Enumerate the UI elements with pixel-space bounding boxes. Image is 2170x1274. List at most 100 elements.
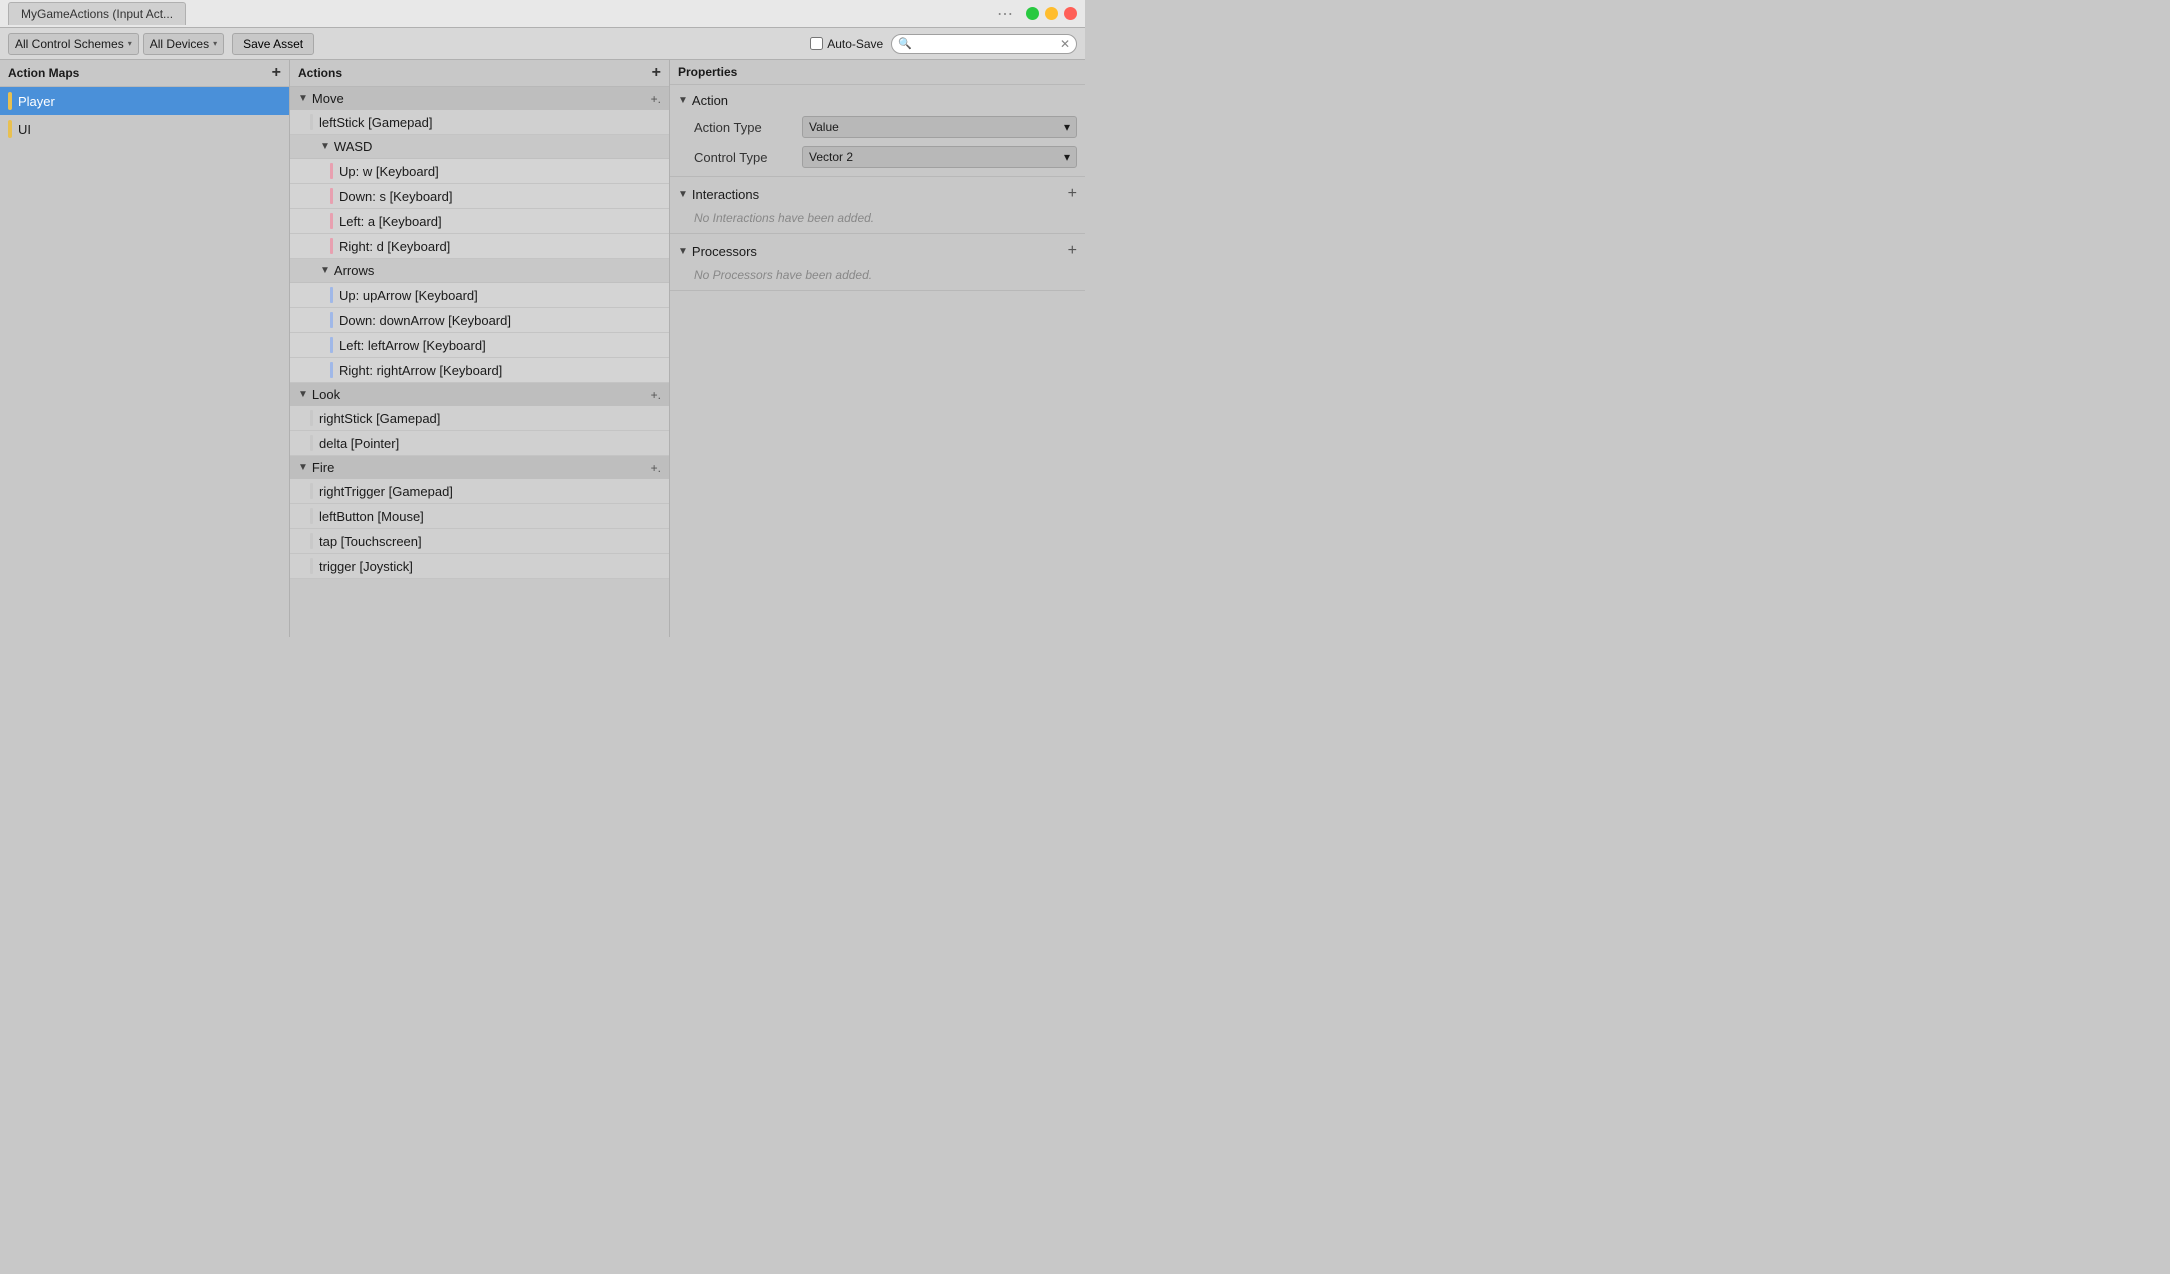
- action-item-trigger[interactable]: trigger [Joystick]: [290, 554, 669, 579]
- leftbutton-color: [310, 508, 313, 524]
- minimize-button[interactable]: [1045, 7, 1058, 20]
- close-button[interactable]: [1064, 7, 1077, 20]
- interactions-header-left: ▼ Interactions: [678, 187, 759, 202]
- devices-dropdown[interactable]: All Devices ▾: [143, 33, 224, 55]
- title-bar: MyGameActions (Input Act... ⋯: [0, 0, 1085, 28]
- trigger-color: [310, 558, 313, 574]
- autosave-checkbox[interactable]: [810, 37, 823, 50]
- properties-title: Properties: [678, 65, 737, 79]
- search-input[interactable]: [916, 37, 1056, 51]
- look-add-icon[interactable]: +.: [651, 388, 661, 402]
- look-label: Look: [312, 387, 340, 402]
- actions-list: ▼ Move +. leftStick [Gamepad] ▼ WASD Up:…: [290, 87, 669, 637]
- processors-section-header[interactable]: ▼ Processors +: [670, 238, 1085, 264]
- arrows-label: Arrows: [334, 263, 374, 278]
- action-map-item-ui[interactable]: UI: [0, 115, 289, 143]
- fire-add-icon[interactable]: +.: [651, 461, 661, 475]
- fire-header-left: ▼ Fire: [298, 460, 334, 475]
- action-item-righttrigger[interactable]: rightTrigger [Gamepad]: [290, 479, 669, 504]
- move-add-icon[interactable]: +.: [651, 92, 661, 106]
- autosave-label: Auto-Save: [827, 37, 883, 51]
- action-maps-panel: Action Maps + Player UI: [0, 60, 290, 637]
- control-type-dropdown[interactable]: Vector 2 ▾: [802, 146, 1077, 168]
- action-section-header-left: ▼ Action: [678, 93, 728, 108]
- subgroup-wasd[interactable]: ▼ WASD: [290, 135, 669, 159]
- title-tab[interactable]: MyGameActions (Input Act...: [8, 2, 186, 25]
- control-schemes-arrow-icon: ▾: [128, 39, 132, 48]
- add-interaction-button[interactable]: +: [1068, 185, 1077, 203]
- down-arrow-label: Down: downArrow [Keyboard]: [339, 313, 511, 328]
- action-map-item-player[interactable]: Player: [0, 87, 289, 115]
- action-type-label: Action Type: [694, 120, 794, 135]
- down-arrow-color: [330, 312, 333, 328]
- add-action-map-button[interactable]: +: [272, 65, 281, 81]
- processors-header-left: ▼ Processors: [678, 244, 757, 259]
- delta-label: delta [Pointer]: [319, 436, 399, 451]
- action-item-tap[interactable]: tap [Touchscreen]: [290, 529, 669, 554]
- left-arrow-color: [330, 337, 333, 353]
- interactions-triangle-icon: ▼: [678, 189, 688, 200]
- action-item-right-arrow[interactable]: Right: rightArrow [Keyboard]: [290, 358, 669, 383]
- leftbutton-label: leftButton [Mouse]: [319, 509, 424, 524]
- main-content: Action Maps + Player UI Actions + ▼ Move…: [0, 60, 1085, 637]
- toolbar-right: Auto-Save 🔍 ✕: [810, 34, 1077, 54]
- up-w-label: Up: w [Keyboard]: [339, 164, 439, 179]
- leftstick-label: leftStick [Gamepad]: [319, 115, 432, 130]
- title-bar-controls: ⋯: [997, 4, 1077, 24]
- action-item-leftstick[interactable]: leftStick [Gamepad]: [290, 110, 669, 135]
- right-d-color: [330, 238, 333, 254]
- control-type-value: Vector 2: [809, 150, 853, 164]
- action-item-down-arrow[interactable]: Down: downArrow [Keyboard]: [290, 308, 669, 333]
- processors-empty-text: No Processors have been added.: [670, 264, 1085, 286]
- toolbar: All Control Schemes ▾ All Devices ▾ Save…: [0, 28, 1085, 60]
- action-item-left-arrow[interactable]: Left: leftArrow [Keyboard]: [290, 333, 669, 358]
- interactions-section-header[interactable]: ▼ Interactions +: [670, 181, 1085, 207]
- search-box: 🔍 ✕: [891, 34, 1077, 54]
- interactions-label: Interactions: [692, 187, 759, 202]
- properties-panel: Properties ▼ Action Action Type Value ▾ …: [670, 60, 1085, 637]
- action-item-delta[interactable]: delta [Pointer]: [290, 431, 669, 456]
- action-item-right-d[interactable]: Right: d [Keyboard]: [290, 234, 669, 259]
- down-s-label: Down: s [Keyboard]: [339, 189, 452, 204]
- maximize-button[interactable]: [1026, 7, 1039, 20]
- add-action-button[interactable]: +: [652, 65, 661, 81]
- action-group-move[interactable]: ▼ Move +.: [290, 87, 669, 110]
- save-asset-button[interactable]: Save Asset: [232, 33, 314, 55]
- action-item-left-a[interactable]: Left: a [Keyboard]: [290, 209, 669, 234]
- action-group-look[interactable]: ▼ Look +.: [290, 383, 669, 406]
- player-color-indicator: [8, 92, 12, 110]
- action-section-label: Action: [692, 93, 728, 108]
- control-type-row: Control Type Vector 2 ▾: [670, 142, 1085, 172]
- control-schemes-dropdown[interactable]: All Control Schemes ▾: [8, 33, 139, 55]
- action-type-value: Value: [809, 120, 839, 134]
- search-icon: 🔍: [898, 37, 912, 50]
- action-item-down-s[interactable]: Down: s [Keyboard]: [290, 184, 669, 209]
- right-arrow-color: [330, 362, 333, 378]
- left-a-color: [330, 213, 333, 229]
- down-s-color: [330, 188, 333, 204]
- rightstick-color: [310, 410, 313, 426]
- action-group-fire[interactable]: ▼ Fire +.: [290, 456, 669, 479]
- devices-arrow-icon: ▾: [213, 39, 217, 48]
- action-maps-title: Action Maps: [8, 66, 79, 80]
- tap-color: [310, 533, 313, 549]
- processors-triangle-icon: ▼: [678, 246, 688, 257]
- right-arrow-label: Right: rightArrow [Keyboard]: [339, 363, 502, 378]
- action-map-player-label: Player: [18, 94, 55, 109]
- action-item-rightstick[interactable]: rightStick [Gamepad]: [290, 406, 669, 431]
- actions-header: Actions +: [290, 60, 669, 87]
- action-item-up-arrow[interactable]: Up: upArrow [Keyboard]: [290, 283, 669, 308]
- subgroup-arrows[interactable]: ▼ Arrows: [290, 259, 669, 283]
- action-type-dropdown[interactable]: Value ▾: [802, 116, 1077, 138]
- add-processor-button[interactable]: +: [1068, 242, 1077, 260]
- wasd-label: WASD: [334, 139, 373, 154]
- wasd-header-inner: ▼ WASD: [320, 139, 372, 154]
- properties-header: Properties: [670, 60, 1085, 85]
- window-menu-button[interactable]: ⋯: [997, 4, 1014, 24]
- action-item-leftbutton[interactable]: leftButton [Mouse]: [290, 504, 669, 529]
- action-type-row: Action Type Value ▾: [670, 112, 1085, 142]
- search-clear-icon[interactable]: ✕: [1060, 37, 1070, 51]
- action-section-header[interactable]: ▼ Action: [670, 89, 1085, 112]
- action-item-up-w[interactable]: Up: w [Keyboard]: [290, 159, 669, 184]
- look-header-left: ▼ Look: [298, 387, 340, 402]
